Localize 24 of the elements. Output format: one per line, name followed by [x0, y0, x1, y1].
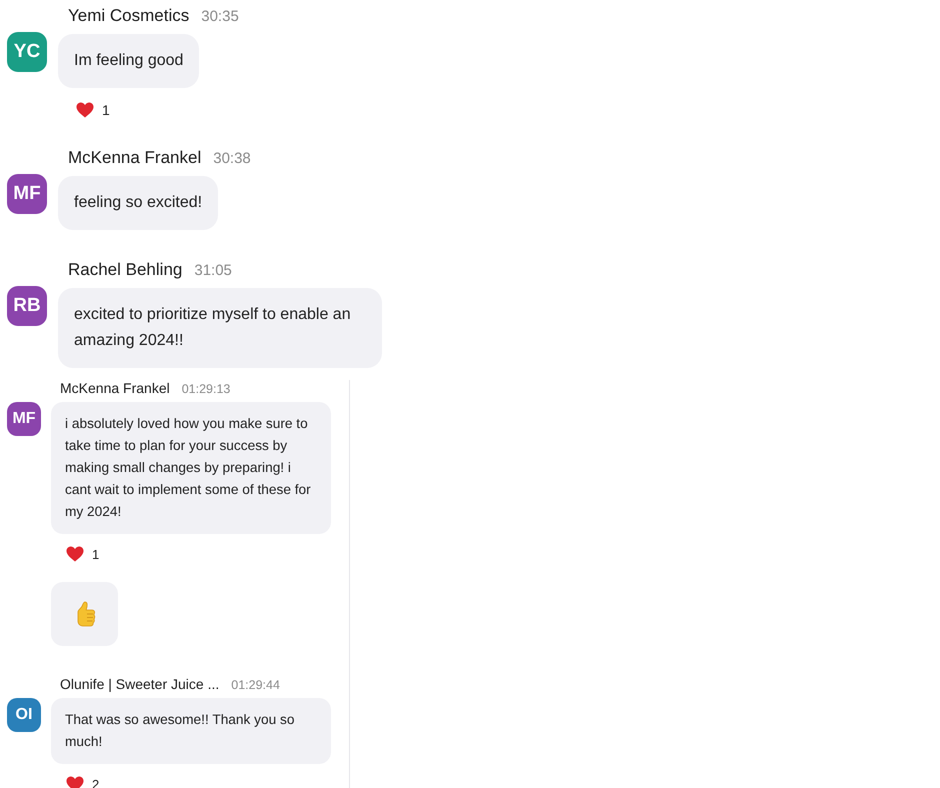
author-name[interactable]: McKenna Frankel [60, 380, 170, 396]
timestamp: 31:05 [194, 262, 232, 279]
message-bubble: excited to prioritize myself to enable an amazing 2024!! [58, 288, 382, 368]
message-bubble: i absolutely loved how you make sure to take time to plan for your success by making small changes by preparing! i cant wait to implement some of these for my 2024! [51, 402, 331, 534]
timestamp: 01:29:13 [182, 382, 230, 396]
timestamp: 30:35 [201, 8, 239, 25]
timestamp: 01:29:44 [231, 678, 280, 692]
avatar[interactable]: MF [7, 402, 41, 436]
message-bubble: feeling so excited! [58, 176, 218, 230]
author-name[interactable]: Olunife | Sweeter Juice ... [60, 676, 220, 692]
heart-icon [66, 546, 84, 562]
message-bubble: That was so awesome!! Thank you so much! [51, 698, 331, 764]
reaction-count[interactable]: 1 [102, 102, 110, 118]
heart-icon [76, 102, 94, 118]
avatar[interactable]: RB [7, 286, 47, 326]
avatar[interactable]: MF [7, 174, 47, 214]
author-name[interactable]: Yemi Cosmetics [68, 6, 190, 26]
avatar[interactable]: OI [7, 698, 41, 732]
reaction-count[interactable]: 1 [92, 546, 100, 562]
author-name[interactable]: Rachel Behling [68, 260, 182, 280]
message-bubble: Im feeling good [58, 34, 200, 88]
heart-icon [66, 776, 84, 788]
timestamp: 30:38 [213, 150, 251, 167]
author-name[interactable]: McKenna Frankel [68, 148, 202, 168]
